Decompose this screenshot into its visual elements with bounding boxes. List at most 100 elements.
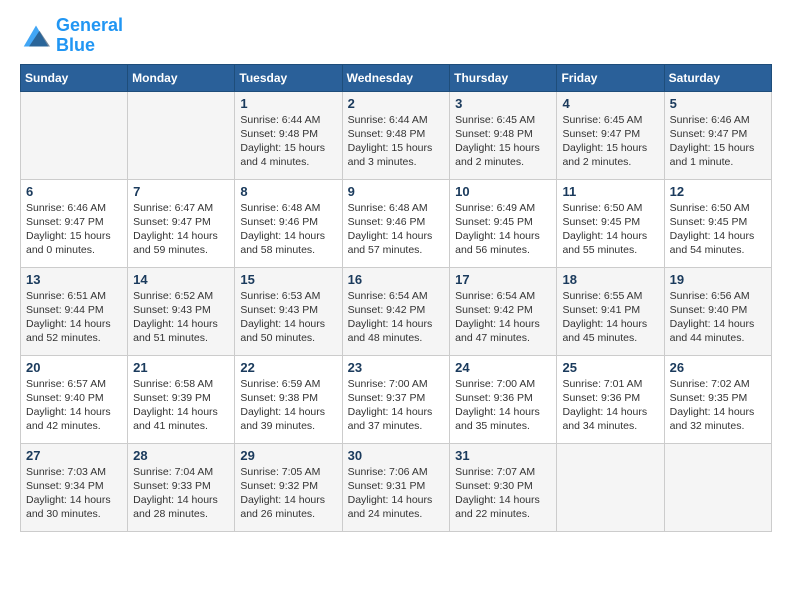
calendar-cell: 31 Sunrise: 7:07 AM Sunset: 9:30 PM Dayli…	[450, 443, 557, 531]
day-info: Sunrise: 6:54 AM Sunset: 9:42 PM Dayligh…	[348, 289, 445, 346]
calendar-cell: 15Sunrise: 6:53 AM Sunset: 9:43 PM Dayli…	[235, 267, 342, 355]
day-number: 18	[562, 272, 658, 287]
day-number: 20	[26, 360, 122, 375]
day-info: Sunrise: 6:50 AM Sunset: 9:45 PM Dayligh…	[670, 201, 766, 258]
day-number: 16	[348, 272, 445, 287]
day-info: Sunrise: 6:59 AM Sunset: 9:38 PM Dayligh…	[240, 377, 336, 434]
day-number: 24	[455, 360, 551, 375]
calendar-week-row: 20 Sunrise: 6:57 AM Sunset: 9:40 PM Dayli…	[21, 355, 772, 443]
day-info: Sunrise: 7:06 AM Sunset: 9:31 PM Dayligh…	[348, 465, 445, 522]
day-info: Sunrise: 6:53 AM Sunset: 9:43 PM Dayligh…	[240, 289, 336, 346]
day-number: 22	[240, 360, 336, 375]
day-info: Sunrise: 6:47 AM Sunset: 9:47 PM Dayligh…	[133, 201, 229, 258]
day-info: Sunrise: 6:49 AM Sunset: 9:45 PM Dayligh…	[455, 201, 551, 258]
calendar-cell: 13Sunrise: 6:51 AM Sunset: 9:44 PM Dayli…	[21, 267, 128, 355]
logo: General Blue	[20, 16, 123, 56]
calendar-cell: 2 Sunrise: 6:44 AM Sunset: 9:48 PM Daylig…	[342, 91, 450, 179]
calendar-cell: 27Sunrise: 7:03 AM Sunset: 9:34 PM Dayli…	[21, 443, 128, 531]
calendar-cell: 10 Sunrise: 6:49 AM Sunset: 9:45 PM Dayli…	[450, 179, 557, 267]
day-info: Sunrise: 7:01 AM Sunset: 9:36 PM Dayligh…	[562, 377, 658, 434]
day-number: 7	[133, 184, 229, 199]
calendar-cell	[21, 91, 128, 179]
day-number: 30	[348, 448, 445, 463]
day-number: 2	[348, 96, 445, 111]
header-day-friday: Friday	[557, 64, 664, 91]
calendar-cell: 19 Sunrise: 6:56 AM Sunset: 9:40 PM Dayli…	[664, 267, 771, 355]
day-number: 23	[348, 360, 445, 375]
day-info: Sunrise: 6:50 AM Sunset: 9:45 PM Dayligh…	[562, 201, 658, 258]
logo-icon	[20, 22, 52, 50]
calendar-cell: 30 Sunrise: 7:06 AM Sunset: 9:31 PM Dayli…	[342, 443, 450, 531]
day-number: 14	[133, 272, 229, 287]
header-day-wednesday: Wednesday	[342, 64, 450, 91]
day-info: Sunrise: 7:02 AM Sunset: 9:35 PM Dayligh…	[670, 377, 766, 434]
day-info: Sunrise: 6:52 AM Sunset: 9:43 PM Dayligh…	[133, 289, 229, 346]
calendar-week-row: 1 Sunrise: 6:44 AM Sunset: 9:48 PM Daylig…	[21, 91, 772, 179]
calendar-cell: 25 Sunrise: 7:01 AM Sunset: 9:36 PM Dayli…	[557, 355, 664, 443]
calendar-cell: 23 Sunrise: 7:00 AM Sunset: 9:37 PM Dayli…	[342, 355, 450, 443]
calendar-cell: 11 Sunrise: 6:50 AM Sunset: 9:45 PM Dayli…	[557, 179, 664, 267]
day-info: Sunrise: 6:44 AM Sunset: 9:48 PM Dayligh…	[348, 113, 445, 170]
calendar-cell: 5 Sunrise: 6:46 AM Sunset: 9:47 PM Daylig…	[664, 91, 771, 179]
header-day-thursday: Thursday	[450, 64, 557, 91]
page-header: General Blue	[20, 16, 772, 56]
header-day-tuesday: Tuesday	[235, 64, 342, 91]
calendar-cell: 18 Sunrise: 6:55 AM Sunset: 9:41 PM Dayli…	[557, 267, 664, 355]
day-info: Sunrise: 6:46 AM Sunset: 9:47 PM Dayligh…	[670, 113, 766, 170]
day-number: 3	[455, 96, 551, 111]
day-number: 1	[240, 96, 336, 111]
day-number: 11	[562, 184, 658, 199]
calendar-cell: 4 Sunrise: 6:45 AM Sunset: 9:47 PM Daylig…	[557, 91, 664, 179]
calendar-header-row: SundayMondayTuesdayWednesdayThursdayFrid…	[21, 64, 772, 91]
calendar-cell	[664, 443, 771, 531]
day-number: 10	[455, 184, 551, 199]
day-number: 27	[26, 448, 122, 463]
day-number: 9	[348, 184, 445, 199]
day-number: 21	[133, 360, 229, 375]
calendar-cell: 20 Sunrise: 6:57 AM Sunset: 9:40 PM Dayli…	[21, 355, 128, 443]
day-number: 4	[562, 96, 658, 111]
calendar-cell: 26 Sunrise: 7:02 AM Sunset: 9:35 PM Dayli…	[664, 355, 771, 443]
day-number: 6	[26, 184, 122, 199]
day-info: Sunrise: 6:45 AM Sunset: 9:48 PM Dayligh…	[455, 113, 551, 170]
calendar-cell: 22 Sunrise: 6:59 AM Sunset: 9:38 PM Dayli…	[235, 355, 342, 443]
day-info: Sunrise: 7:00 AM Sunset: 9:37 PM Dayligh…	[348, 377, 445, 434]
day-number: 31	[455, 448, 551, 463]
day-info: Sunrise: 6:45 AM Sunset: 9:47 PM Dayligh…	[562, 113, 658, 170]
day-info: Sunrise: 7:07 AM Sunset: 9:30 PM Dayligh…	[455, 465, 551, 522]
day-info: Sunrise: 6:58 AM Sunset: 9:39 PM Dayligh…	[133, 377, 229, 434]
day-number: 19	[670, 272, 766, 287]
day-number: 13	[26, 272, 122, 287]
day-info: Sunrise: 7:00 AM Sunset: 9:36 PM Dayligh…	[455, 377, 551, 434]
header-day-sunday: Sunday	[21, 64, 128, 91]
header-day-monday: Monday	[128, 64, 235, 91]
day-info: Sunrise: 7:05 AM Sunset: 9:32 PM Dayligh…	[240, 465, 336, 522]
calendar-week-row: 6 Sunrise: 6:46 AM Sunset: 9:47 PM Daylig…	[21, 179, 772, 267]
calendar-cell: 1Sunrise: 6:44 AM Sunset: 9:48 PM Daylig…	[235, 91, 342, 179]
calendar-cell: 17Sunrise: 6:54 AM Sunset: 9:42 PM Dayli…	[450, 267, 557, 355]
logo-text: General Blue	[56, 16, 123, 56]
calendar-cell: 7 Sunrise: 6:47 AM Sunset: 9:47 PM Daylig…	[128, 179, 235, 267]
day-info: Sunrise: 7:04 AM Sunset: 9:33 PM Dayligh…	[133, 465, 229, 522]
calendar-cell: 12Sunrise: 6:50 AM Sunset: 9:45 PM Dayli…	[664, 179, 771, 267]
day-info: Sunrise: 6:57 AM Sunset: 9:40 PM Dayligh…	[26, 377, 122, 434]
day-number: 5	[670, 96, 766, 111]
day-number: 25	[562, 360, 658, 375]
calendar-cell	[128, 91, 235, 179]
calendar-cell: 3 Sunrise: 6:45 AM Sunset: 9:48 PM Daylig…	[450, 91, 557, 179]
calendar-cell: 8Sunrise: 6:48 AM Sunset: 9:46 PM Daylig…	[235, 179, 342, 267]
calendar-cell: 14 Sunrise: 6:52 AM Sunset: 9:43 PM Dayli…	[128, 267, 235, 355]
calendar-week-row: 27Sunrise: 7:03 AM Sunset: 9:34 PM Dayli…	[21, 443, 772, 531]
day-info: Sunrise: 6:56 AM Sunset: 9:40 PM Dayligh…	[670, 289, 766, 346]
day-info: Sunrise: 6:54 AM Sunset: 9:42 PM Dayligh…	[455, 289, 551, 346]
day-info: Sunrise: 6:46 AM Sunset: 9:47 PM Dayligh…	[26, 201, 122, 258]
calendar-cell	[557, 443, 664, 531]
day-number: 26	[670, 360, 766, 375]
day-number: 29	[240, 448, 336, 463]
calendar-table: SundayMondayTuesdayWednesdayThursdayFrid…	[20, 64, 772, 532]
calendar-cell: 16 Sunrise: 6:54 AM Sunset: 9:42 PM Dayli…	[342, 267, 450, 355]
calendar-cell: 9Sunrise: 6:48 AM Sunset: 9:46 PM Daylig…	[342, 179, 450, 267]
day-info: Sunrise: 6:55 AM Sunset: 9:41 PM Dayligh…	[562, 289, 658, 346]
day-number: 28	[133, 448, 229, 463]
calendar-cell: 6 Sunrise: 6:46 AM Sunset: 9:47 PM Daylig…	[21, 179, 128, 267]
